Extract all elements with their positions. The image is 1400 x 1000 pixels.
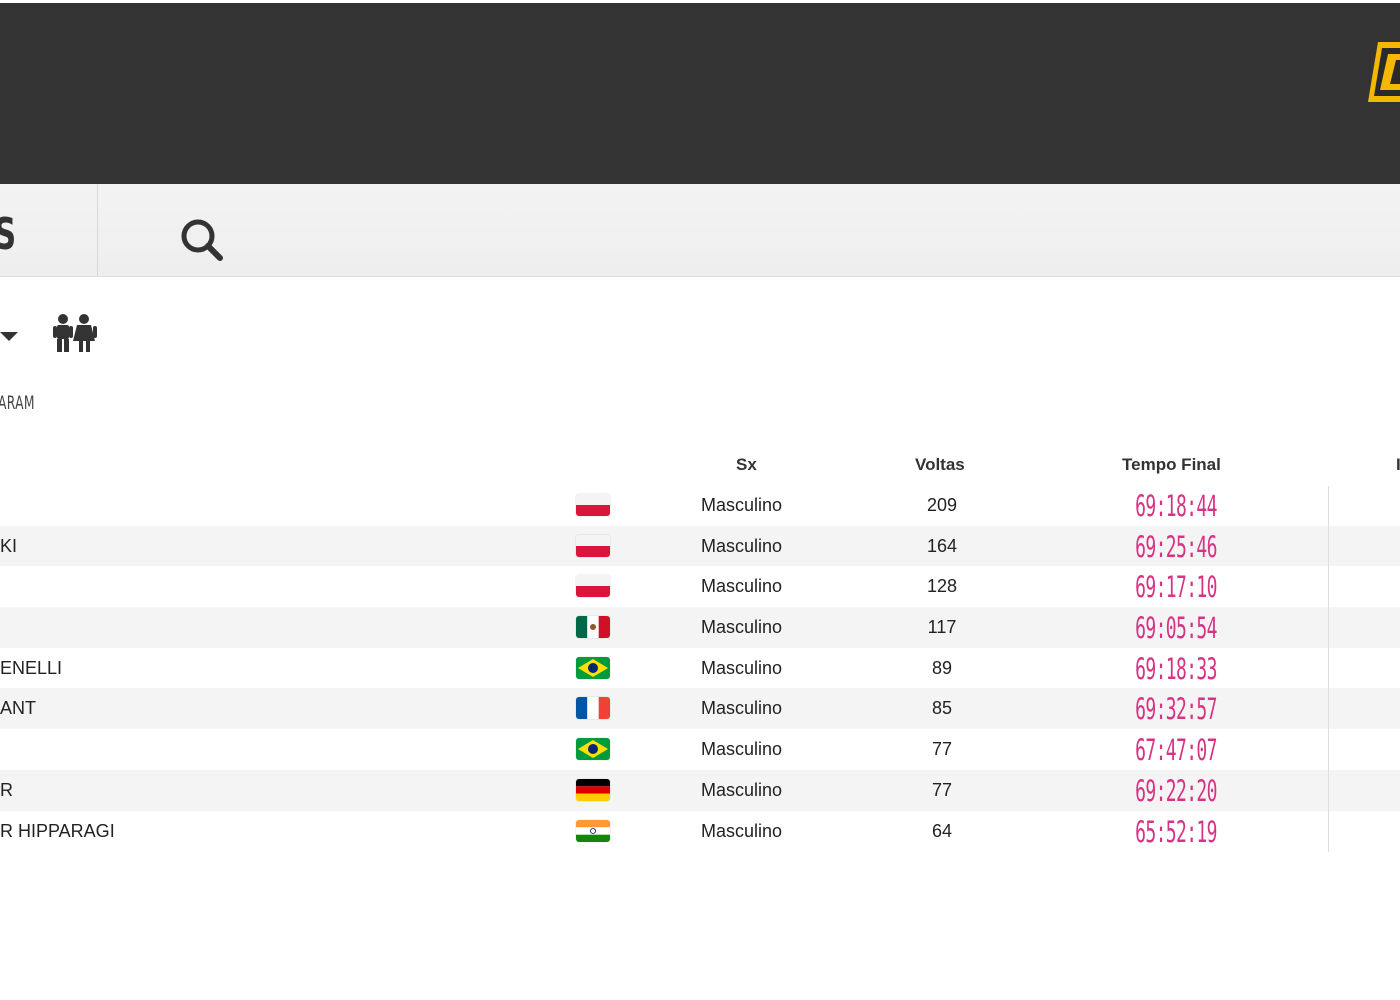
race-subtitle: ARAM — [0, 392, 35, 414]
column-divider — [1328, 486, 1329, 852]
column-header-tempo-final[interactable]: Tempo Final — [1122, 455, 1221, 475]
table-row[interactable]: Masculino 117 69:05:54 — [0, 607, 1400, 648]
final-time-cell: 69:05:54 — [1135, 611, 1217, 646]
final-time-cell: 69:17:10 — [1135, 570, 1217, 605]
brand-logo-icon[interactable] — [1366, 38, 1400, 102]
brazil-flag-icon — [576, 738, 610, 761]
results-table: Masculino 209 69:18:44 KI Masculino 164 69:25:… — [0, 485, 1400, 851]
laps-cell: 85 — [931, 698, 953, 719]
athlete-name[interactable]: R HIPPARAGI — [0, 821, 115, 842]
final-time-cell: 69:18:33 — [1135, 651, 1217, 686]
laps-cell: 128 — [926, 576, 958, 597]
sex-cell: Masculino — [701, 657, 783, 678]
caret-down-icon[interactable] — [0, 328, 18, 344]
column-header-voltas[interactable]: Voltas — [915, 455, 965, 475]
poland-flag-icon — [576, 494, 610, 516]
column-header-sx[interactable]: Sx — [736, 455, 757, 475]
athlete-name[interactable]: ENELLI — [0, 658, 62, 679]
sex-cell: Masculino — [701, 820, 783, 841]
table-row[interactable]: KI Masculino 164 69:25:46 — [0, 525, 1400, 567]
final-time-cell: 69:25:46 — [1135, 529, 1217, 564]
poland-flag-icon — [576, 534, 610, 557]
table-row[interactable]: Masculino 209 69:18:44 — [0, 485, 1400, 526]
column-header-extra[interactable]: I — [1396, 455, 1400, 475]
final-time-cell: 65:52:19 — [1135, 814, 1217, 849]
athlete-name[interactable]: KI — [0, 536, 17, 557]
table-row[interactable]: Masculino 77 67:47:07 — [0, 729, 1400, 770]
sex-cell: Masculino — [701, 495, 783, 515]
sex-cell: Masculino — [701, 576, 783, 597]
laps-cell: 209 — [926, 495, 958, 515]
final-time-cell: 67:47:07 — [1135, 733, 1217, 768]
mexico-flag-icon — [576, 616, 610, 639]
site-header — [0, 3, 1400, 184]
final-time-cell: 69:32:57 — [1135, 692, 1217, 727]
tab-label[interactable]: S — [0, 200, 16, 270]
laps-cell: 64 — [931, 820, 953, 841]
sex-cell: Masculino — [701, 698, 783, 719]
germany-flag-icon — [576, 778, 610, 801]
sex-cell: Masculino — [701, 617, 783, 638]
table-row[interactable]: R HIPPARAGI Masculino 64 65:52:19 — [0, 811, 1400, 852]
poland-flag-icon — [576, 575, 610, 598]
sex-cell: Masculino — [701, 739, 783, 760]
laps-cell: 77 — [931, 739, 953, 760]
france-flag-icon — [576, 697, 610, 720]
final-time-cell: 69:18:44 — [1135, 489, 1217, 523]
brazil-flag-icon — [576, 656, 610, 679]
athlete-name[interactable]: ANT — [0, 698, 36, 719]
tab-divider — [97, 184, 98, 276]
table-row[interactable]: ANT Masculino 85 69:32:57 — [0, 688, 1400, 730]
sex-cell: Masculino — [701, 779, 783, 800]
laps-cell: 117 — [927, 617, 957, 638]
search-icon[interactable] — [176, 214, 226, 264]
sex-cell: Masculino — [701, 535, 783, 556]
table-row[interactable]: Masculino 128 69:17:10 — [0, 566, 1400, 607]
gender-filter-icon[interactable] — [50, 313, 100, 353]
india-flag-icon — [576, 819, 610, 842]
table-row[interactable]: ENELLI Masculino 89 69:18:33 — [0, 648, 1400, 689]
athlete-name[interactable]: R — [0, 780, 13, 801]
final-time-cell: 69:22:20 — [1135, 773, 1217, 808]
laps-cell: 89 — [931, 657, 953, 678]
laps-cell: 77 — [931, 779, 953, 800]
table-row[interactable]: R Masculino 77 69:22:20 — [0, 769, 1400, 811]
laps-cell: 164 — [926, 535, 958, 556]
